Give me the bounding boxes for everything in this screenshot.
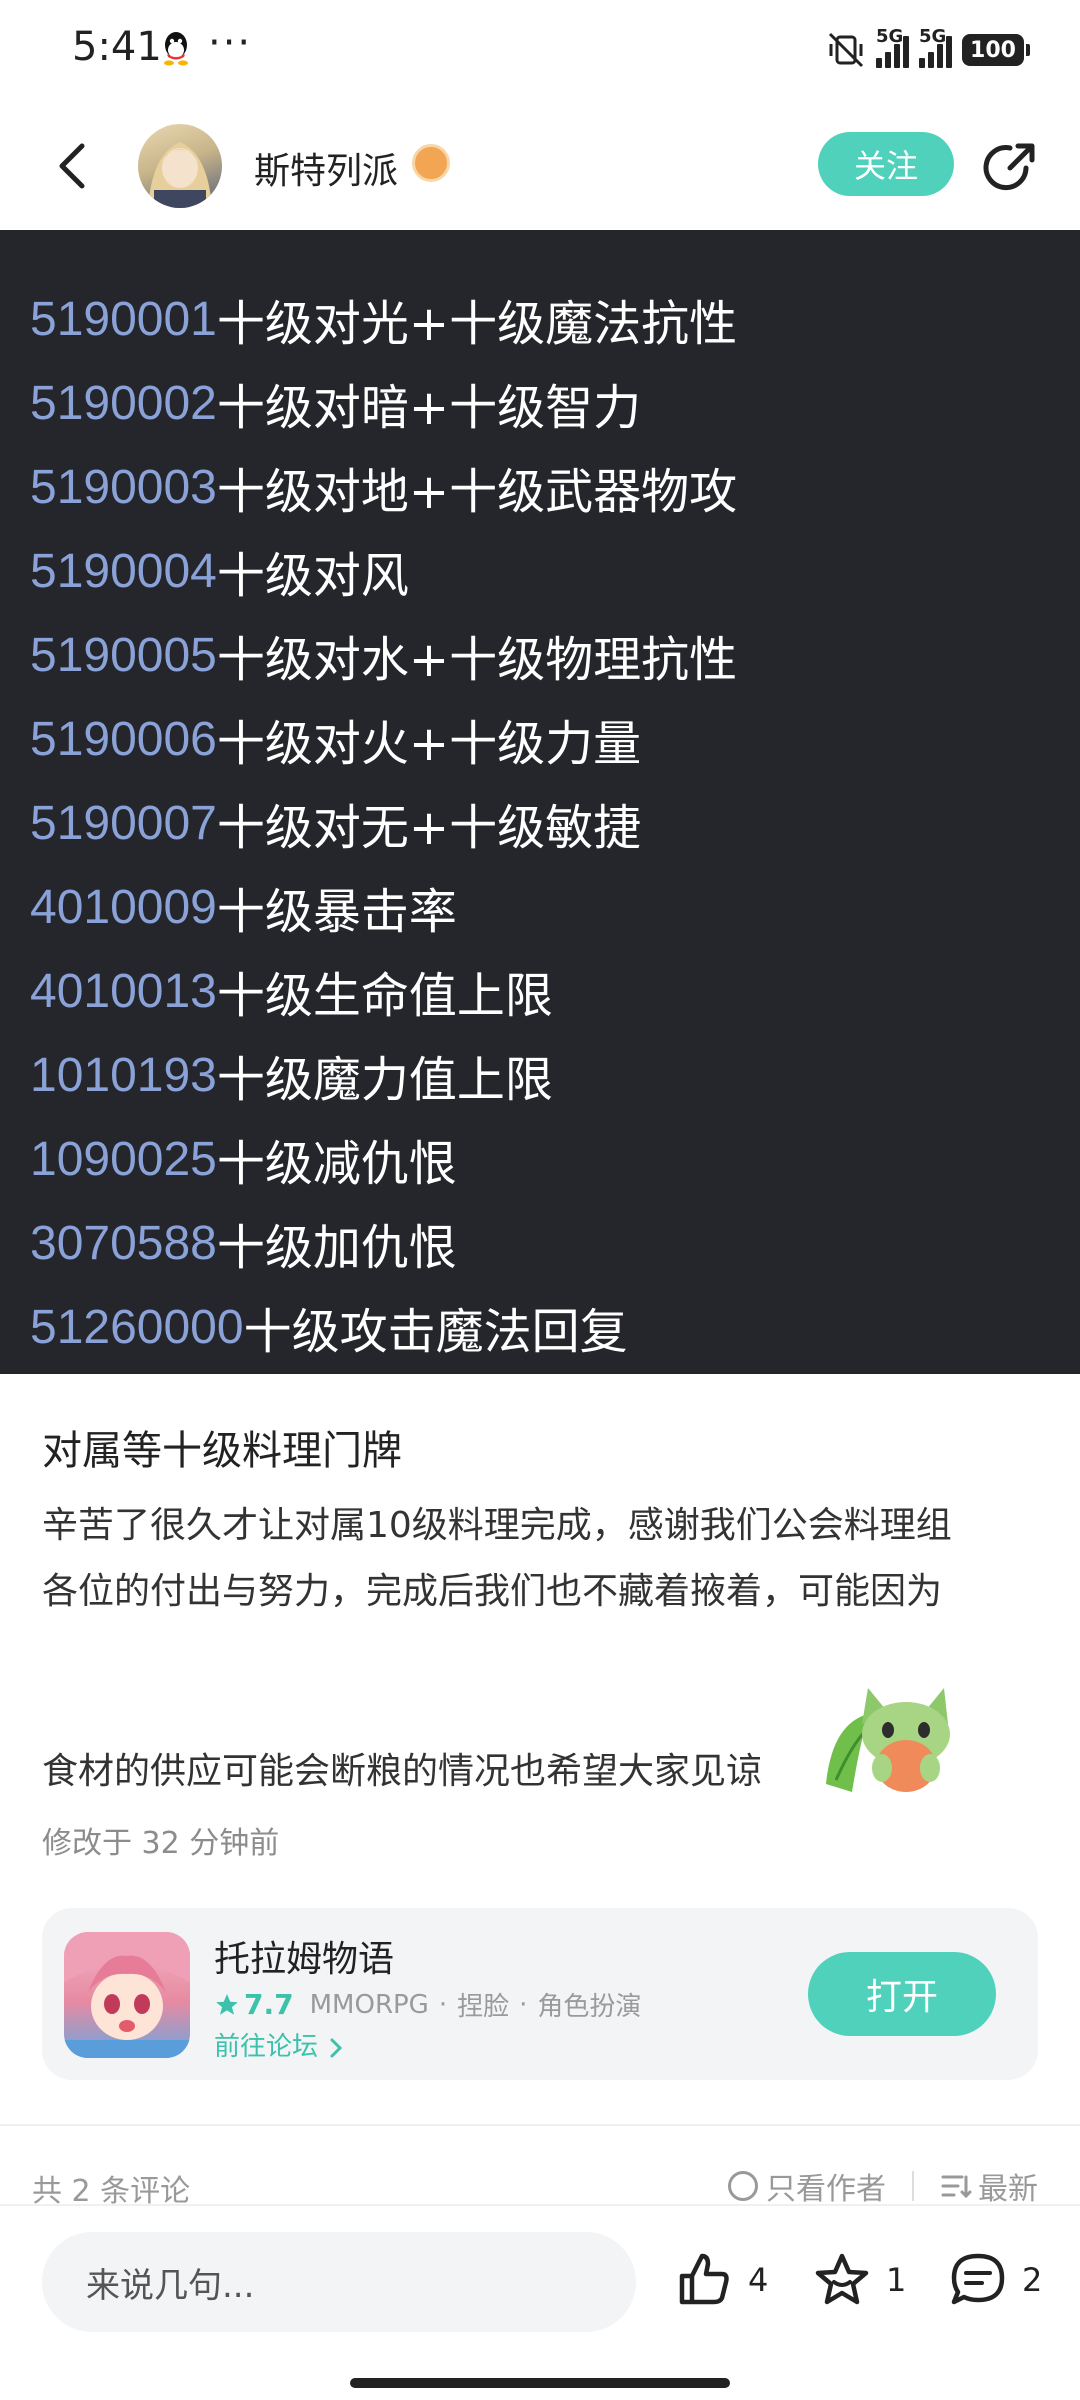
thumbs-up-icon [679, 2253, 729, 2305]
star-icon [216, 1993, 238, 2015]
comment-bubble-icon [951, 2253, 1005, 2305]
qq-icon [164, 32, 188, 66]
post-header: 斯特列派 关注 [0, 108, 1080, 228]
game-rating: 7.7 [244, 1988, 294, 2021]
post-body-line: 各位的付出与努力，完成后我们也不藏着掖着，可能因为 [42, 1571, 943, 1612]
edit-timestamp: 修改于 32 分钟前 [42, 1826, 280, 1861]
image-line: 1090025 十级减仇恨 [30, 1132, 457, 1193]
forum-link-label: 前往论坛 [214, 2032, 319, 2062]
status-bar: 5:41 ··· 5G 5G 100 [0, 0, 1080, 100]
bottom-action-bar: 来说几句... 4 1 2 [0, 2204, 1080, 2400]
share-icon[interactable] [980, 138, 1040, 198]
divider [0, 2124, 1080, 2126]
like-button[interactable]: 4 [674, 2250, 768, 2310]
favorite-button[interactable]: 1 [812, 2250, 906, 2310]
image-line: 5190004 十级对风 [30, 544, 409, 605]
game-card[interactable]: 托拉姆物语 7.7 MMORPG · 捏脸 · 角色扮演 前往论坛 打开 [42, 1908, 1038, 2080]
image-line: 5190002 十级对暗+十级智力 [30, 376, 642, 437]
comment-filters: 只看作者 最新 [728, 2164, 1038, 2208]
image-line: 4010013 十级生命值上限 [30, 964, 553, 1025]
post-title: 对属等十级料理门牌 [42, 1428, 402, 1474]
image-line: 5190005 十级对水+十级物理抗性 [30, 628, 738, 689]
cat-sticker-icon [826, 1688, 950, 1792]
signal-5g-2-icon: 5G [919, 26, 952, 68]
like-count: 4 [748, 2261, 769, 2299]
game-name[interactable]: 托拉姆物语 [214, 1930, 394, 1982]
image-line: 5190007 十级对无+十级敏捷 [30, 796, 642, 857]
author-badge-icon [412, 144, 450, 182]
status-time: 5:41 [72, 24, 162, 70]
status-icons: 5G 5G 100 [826, 26, 1030, 72]
comment-button[interactable]: 2 [948, 2250, 1042, 2310]
home-indicator[interactable] [350, 2378, 730, 2388]
author-name[interactable]: 斯特列派 [254, 142, 398, 194]
comment-count-badge: 2 [1022, 2261, 1043, 2299]
game-genre: MMORPG [309, 1989, 429, 2020]
sort-icon[interactable] [940, 2171, 972, 2201]
image-line: 5190001 十级对光+十级魔法抗性 [30, 292, 738, 353]
open-game-button[interactable]: 打开 [808, 1952, 996, 2036]
author-only-radio[interactable] [728, 2171, 758, 2201]
signal-5g-1-icon: 5G [876, 26, 909, 68]
image-line: 1010193 十级魔力值上限 [30, 1048, 553, 1109]
mute-vibrate-icon [828, 32, 864, 68]
post-image[interactable]: 5190001 十级对光+十级魔法抗性 5190002 十级对暗+十级智力 519… [0, 230, 1080, 1374]
game-app-icon [64, 1932, 190, 2058]
image-line: 3070588 十级加仇恨 [30, 1216, 457, 1277]
avatar[interactable] [138, 124, 222, 208]
game-genre: 捏脸 [457, 1992, 510, 2022]
back-icon[interactable] [44, 136, 104, 196]
image-line: 51260000 十级攻击魔法回复 [30, 1300, 628, 1361]
sort-latest[interactable]: 最新 [978, 2164, 1038, 2208]
filter-separator [912, 2171, 914, 2201]
meta-separator: · [438, 1989, 448, 2020]
comment-input[interactable]: 来说几句... [42, 2232, 636, 2332]
go-to-forum-link[interactable]: 前往论坛 [214, 2026, 346, 2063]
star-outline-icon [815, 2253, 869, 2305]
favorite-count: 1 [886, 2261, 907, 2299]
game-meta: 7.7 MMORPG · 捏脸 · 角色扮演 [214, 1986, 641, 2023]
image-line: 4010009 十级暴击率 [30, 880, 457, 941]
author-only-filter[interactable]: 只看作者 [766, 2164, 886, 2208]
follow-button[interactable]: 关注 [818, 132, 954, 196]
avatar-illustration-icon [148, 142, 212, 208]
post-body-line: 辛苦了很久才让对属10级料理完成，感谢我们公会料理组 [42, 1505, 952, 1546]
game-genre: 角色扮演 [537, 1992, 642, 2022]
image-line: 5190003 十级对地+十级武器物攻 [30, 460, 738, 521]
status-more-dots: ··· [208, 20, 253, 66]
meta-separator: · [519, 1989, 528, 2020]
chevron-right-icon [330, 2038, 343, 2057]
image-line: 5190006 十级对火+十级力量 [30, 712, 642, 773]
battery-icon: 100 [962, 34, 1030, 66]
